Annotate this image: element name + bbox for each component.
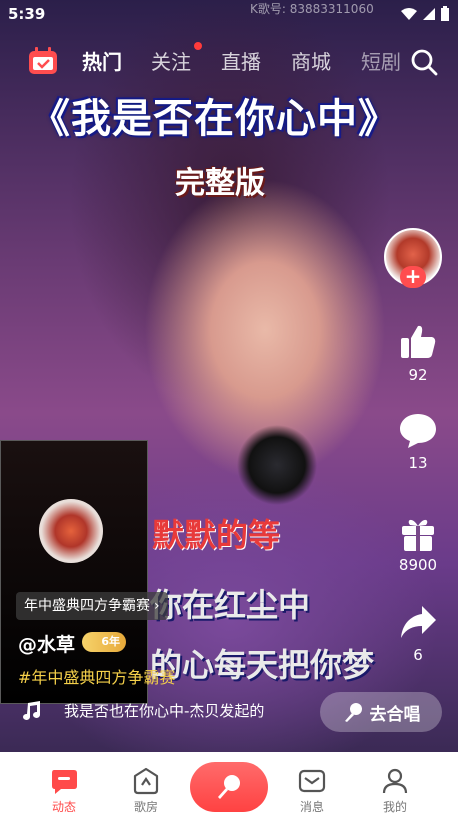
share-button[interactable]: 6 <box>378 602 458 664</box>
nav-messages-label: 消息 <box>299 800 324 814</box>
follow-button[interactable]: + <box>400 266 426 288</box>
tab-mall[interactable]: 商城 <box>291 46 331 75</box>
search-icon[interactable] <box>410 48 438 76</box>
tab-live[interactable]: 直播 <box>221 46 261 75</box>
challenge-tag[interactable]: 年中盛典四方争霸赛 › <box>16 592 168 620</box>
nav-profile-label: 我的 <box>382 800 407 814</box>
feed-icon <box>52 770 77 794</box>
like-button[interactable]: 92 <box>378 322 458 384</box>
music-row[interactable] <box>20 700 42 722</box>
lyric-line-1: 默默的等 <box>152 516 281 554</box>
notification-dot <box>194 42 202 50</box>
nav-rooms-label: 歌房 <box>133 800 158 814</box>
chevron-right-icon: › <box>154 598 160 614</box>
hashtag[interactable]: #年中盛典四方争霸赛 <box>18 664 175 688</box>
share-arrow-icon <box>401 606 436 638</box>
like-count: 92 <box>408 366 428 384</box>
chorus-button[interactable]: 去合唱 <box>320 692 442 732</box>
nav-feed-label: 动态 <box>51 800 76 814</box>
status-time: 5:39 <box>8 5 46 23</box>
microphone-visual <box>232 420 322 590</box>
thumbs-up-icon <box>401 325 436 358</box>
flower-avatar <box>39 499 103 563</box>
video-title: 《我是否在你心中》 <box>30 96 399 142</box>
gift-button[interactable]: 8900 <box>378 514 458 574</box>
comment-button[interactable]: 13 <box>378 412 458 472</box>
watermark: K歌号: 83883311060 <box>250 2 374 16</box>
wifi-icon <box>401 8 417 20</box>
gift-count: 8900 <box>398 556 438 574</box>
microphone-icon <box>344 703 362 722</box>
nav-rooms[interactable]: 歌房 <box>116 766 176 815</box>
share-count: 6 <box>413 646 423 664</box>
membership-badge: 6年 <box>82 632 126 652</box>
music-title[interactable]: 我是否也在你心中-杰贝发起的 <box>64 700 306 721</box>
tab-following[interactable]: 关注 <box>151 46 191 75</box>
chorus-label: 去合唱 <box>369 704 421 725</box>
tab-short-drama[interactable]: 短剧 <box>361 46 401 75</box>
nav-feed[interactable]: 动态 <box>34 766 94 815</box>
comment-icon <box>400 414 436 448</box>
music-note-icon <box>23 701 40 720</box>
comment-count: 13 <box>408 454 428 472</box>
room-icon <box>133 767 159 795</box>
battery-icon <box>441 6 449 21</box>
person-icon <box>382 768 408 794</box>
status-bar: 5:39 <box>0 0 458 28</box>
gift-icon <box>402 519 434 551</box>
bottom-nav: 动态 歌房 消息 我的 <box>0 752 458 820</box>
top-nav: 热门 关注 直播 商城 短剧 <box>0 42 458 80</box>
microphone-icon <box>218 775 240 799</box>
sing-button[interactable] <box>190 762 268 812</box>
lyric-line-2: 你在红尘中 <box>150 586 311 624</box>
username[interactable]: @水草 <box>18 630 75 657</box>
nav-profile[interactable]: 我的 <box>365 766 425 815</box>
mail-icon <box>298 769 326 793</box>
lyric-line-3: 的心每天把你梦 <box>150 646 375 684</box>
nav-messages[interactable]: 消息 <box>282 766 342 815</box>
signal-icon <box>423 8 435 20</box>
challenge-label: 年中盛典四方争霸赛 <box>24 598 150 614</box>
video-subtitle: 完整版 <box>175 166 265 201</box>
tab-hot[interactable]: 热门 <box>82 46 122 75</box>
status-icons <box>400 6 450 22</box>
calendar-icon[interactable] <box>28 47 58 75</box>
creator-avatar-button[interactable]: + <box>384 228 446 290</box>
